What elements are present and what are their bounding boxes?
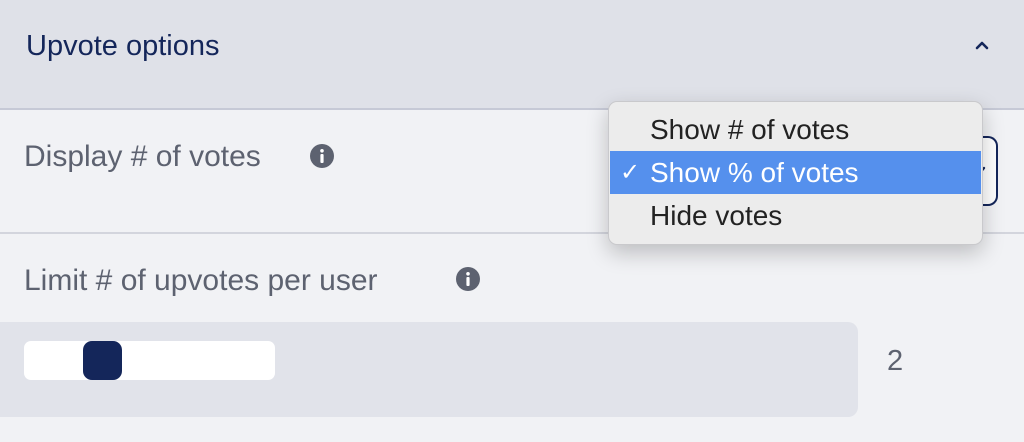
option-label: Hide votes <box>650 200 783 231</box>
slider-panel <box>0 322 858 417</box>
option-show-percent[interactable]: ✓ Show % of votes <box>610 151 981 194</box>
info-icon[interactable] <box>455 266 481 292</box>
option-show-count[interactable]: Show # of votes <box>610 108 981 151</box>
slider-thumb[interactable] <box>82 341 122 380</box>
slider-track[interactable] <box>24 341 275 380</box>
info-icon[interactable] <box>309 143 335 169</box>
option-hide-votes[interactable]: Hide votes <box>610 194 981 237</box>
display-votes-label: Display # of votes <box>24 140 261 173</box>
slider-value: 2 <box>887 345 904 377</box>
section-title: Upvote options <box>26 30 220 62</box>
option-label: Show % of votes <box>650 157 859 188</box>
limit-upvotes-label: Limit # of upvotes per user <box>24 264 378 297</box>
section-header[interactable]: Upvote options <box>0 0 1024 110</box>
display-votes-dropdown: Show # of votes ✓ Show % of votes Hide v… <box>608 101 983 245</box>
option-label: Show # of votes <box>650 114 850 145</box>
chevron-up-icon[interactable] <box>968 34 996 56</box>
checkmark-icon: ✓ <box>620 159 641 186</box>
